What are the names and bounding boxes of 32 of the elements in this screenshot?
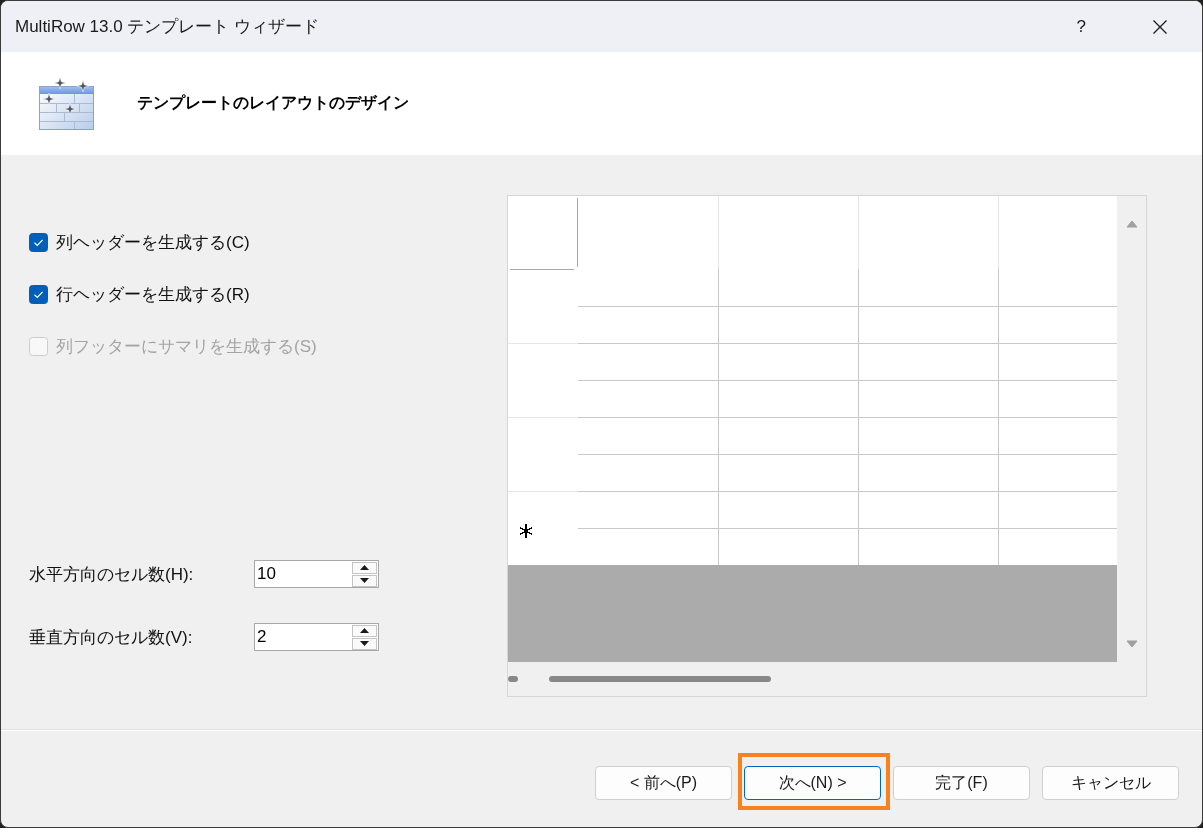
back-button[interactable]: < 前へ(P) bbox=[595, 766, 732, 800]
close-button[interactable] bbox=[1153, 19, 1167, 34]
number-input[interactable]: 10 bbox=[256, 562, 352, 586]
up-triangle-icon bbox=[360, 565, 369, 570]
finish-button[interactable]: 完了(F) bbox=[893, 766, 1030, 800]
spin-down-button[interactable] bbox=[352, 637, 377, 650]
down-triangle-icon bbox=[360, 578, 369, 583]
checkbox-label: 行ヘッダーを生成する(R) bbox=[56, 283, 250, 306]
field-label: 垂直方向のセル数(V): bbox=[29, 626, 194, 649]
window-title: MultiRow 13.0 テンプレート ウィザード bbox=[15, 16, 320, 38]
field-label: 水平方向のセル数(H): bbox=[29, 563, 195, 586]
cancel-button[interactable]: キャンセル bbox=[1042, 766, 1179, 800]
number-spinner[interactable]: 10 bbox=[254, 560, 379, 588]
horizontal-scrollbar-thumb[interactable] bbox=[549, 676, 771, 682]
next-button[interactable]: 次へ(N) > bbox=[744, 766, 881, 800]
spin-up-button[interactable] bbox=[352, 561, 377, 574]
number-spinner[interactable]: 2 bbox=[254, 623, 379, 651]
table-sparkle-icon bbox=[38, 76, 95, 131]
scrollbar-nub bbox=[508, 676, 518, 682]
up-triangle-icon bbox=[360, 628, 369, 633]
asterisk-icon bbox=[519, 523, 533, 539]
close-icon bbox=[1153, 19, 1167, 34]
checkbox-label: 列ヘッダーを生成する(C) bbox=[56, 231, 250, 254]
spin-up-button[interactable] bbox=[352, 624, 377, 637]
number-input[interactable]: 2 bbox=[256, 625, 352, 649]
spin-down-button[interactable] bbox=[352, 574, 377, 587]
checkbox[interactable] bbox=[29, 232, 48, 252]
help-button[interactable]: ? bbox=[1076, 16, 1086, 37]
checkbox[interactable] bbox=[29, 284, 48, 304]
page-heading: テンプレートのレイアウトのデザイン bbox=[137, 93, 409, 113]
down-triangle-icon bbox=[360, 641, 369, 646]
checkbox-label: 列フッターにサマリを生成する(S) bbox=[56, 335, 317, 358]
